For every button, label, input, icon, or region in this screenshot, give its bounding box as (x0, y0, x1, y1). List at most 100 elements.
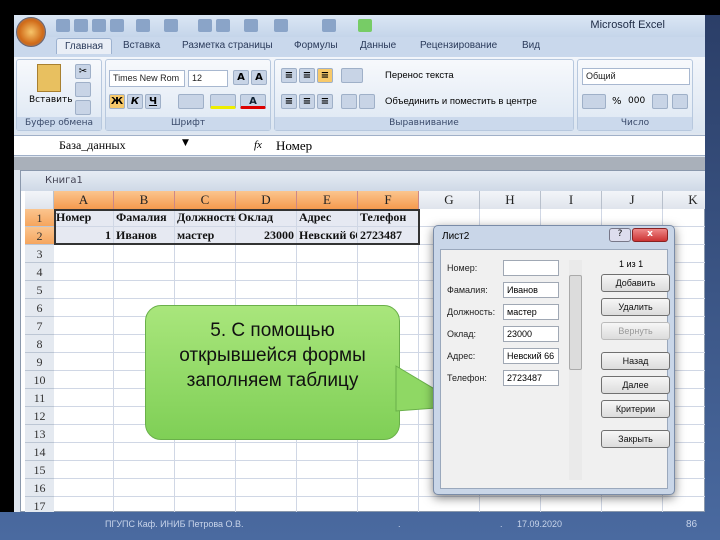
field-input[interactable]: 2723487 (503, 370, 559, 386)
dialog-button-4[interactable]: Далее (601, 376, 670, 394)
cell[interactable] (297, 461, 358, 479)
cell[interactable] (236, 245, 297, 263)
cell[interactable] (175, 461, 236, 479)
tab-page-layout[interactable]: Разметка страницы (182, 40, 273, 51)
format-painter-icon[interactable] (75, 100, 91, 115)
cell[interactable] (358, 497, 419, 512)
cell[interactable] (54, 497, 114, 512)
cut-icon[interactable] (322, 19, 336, 32)
row-header-4[interactable]: 4 (25, 263, 54, 281)
cell[interactable] (54, 425, 114, 443)
row-header-13[interactable]: 13 (25, 425, 54, 443)
cell[interactable] (114, 263, 175, 281)
cell[interactable] (54, 299, 114, 317)
tab-view[interactable]: Вид (522, 40, 540, 51)
cell[interactable] (114, 281, 175, 299)
cell[interactable] (54, 317, 114, 335)
merge-center-button[interactable]: Объединить и поместить в центре (385, 96, 537, 107)
font-name-select[interactable]: Times New Rom (109, 70, 185, 87)
tab-data[interactable]: Данные (360, 40, 396, 51)
column-header-H[interactable]: H (480, 191, 541, 209)
cell[interactable] (114, 461, 175, 479)
field-input[interactable]: мастер (503, 304, 559, 320)
tab-insert[interactable]: Вставка (123, 40, 160, 51)
italic-button[interactable]: К (127, 94, 143, 109)
row-header-16[interactable]: 16 (25, 479, 54, 497)
font-color-icon[interactable]: A (240, 94, 266, 109)
cell[interactable] (358, 245, 419, 263)
circle-icon[interactable] (358, 19, 372, 32)
row-header-7[interactable]: 7 (25, 317, 54, 335)
cell[interactable] (297, 281, 358, 299)
cell[interactable] (602, 497, 663, 512)
decrease-indent-icon[interactable] (341, 94, 357, 109)
cell[interactable] (358, 479, 419, 497)
cell[interactable] (175, 245, 236, 263)
open-icon[interactable] (110, 19, 124, 32)
cell[interactable] (358, 263, 419, 281)
cell[interactable] (297, 497, 358, 512)
column-header-G[interactable]: G (419, 191, 480, 209)
dialog-button-2[interactable]: Вернуть (601, 322, 670, 340)
cell[interactable] (54, 443, 114, 461)
row-header-3[interactable]: 3 (25, 245, 54, 263)
cell[interactable] (114, 245, 175, 263)
align-top-icon[interactable]: ≡ (281, 68, 297, 83)
redo-icon[interactable] (164, 19, 178, 32)
close-button[interactable]: x (632, 228, 668, 242)
cell[interactable] (358, 281, 419, 299)
column-header-E[interactable]: E (297, 191, 358, 209)
cell[interactable] (114, 479, 175, 497)
field-input[interactable]: 1 (503, 260, 559, 276)
sum-icon[interactable] (244, 19, 258, 32)
column-header-C[interactable]: C (175, 191, 236, 209)
new-icon[interactable] (74, 19, 88, 32)
column-header-A[interactable]: A (54, 191, 114, 209)
increase-decimal-icon[interactable] (652, 94, 668, 109)
cell[interactable] (663, 497, 705, 512)
cell[interactable] (236, 479, 297, 497)
cell[interactable] (236, 263, 297, 281)
cell[interactable] (54, 407, 114, 425)
row-header-9[interactable]: 9 (25, 353, 54, 371)
select-all-button[interactable] (25, 191, 54, 209)
dialog-button-5[interactable]: Критерии (601, 400, 670, 418)
align-middle-icon[interactable]: ≡ (299, 68, 315, 83)
row-header-6[interactable]: 6 (25, 299, 54, 317)
wrap-text-button[interactable]: Перенос текста (385, 70, 454, 81)
align-center-icon[interactable]: ≡ (299, 94, 315, 109)
fill-color-icon[interactable] (210, 94, 236, 109)
cell[interactable] (114, 497, 175, 512)
cell[interactable] (54, 389, 114, 407)
name-box-dropdown-icon[interactable]: ▼ (182, 138, 189, 148)
row-header-10[interactable]: 10 (25, 371, 54, 389)
row-header-8[interactable]: 8 (25, 335, 54, 353)
scrollbar-thumb[interactable] (569, 275, 582, 370)
cell[interactable] (54, 281, 114, 299)
cell[interactable] (236, 443, 297, 461)
save-icon[interactable] (92, 19, 106, 32)
cell[interactable] (54, 479, 114, 497)
formula-input[interactable]: Номер (276, 138, 312, 154)
cell[interactable] (175, 263, 236, 281)
save-icon[interactable] (56, 19, 70, 32)
cell[interactable] (175, 479, 236, 497)
cell[interactable] (54, 371, 114, 389)
orientation-icon[interactable] (341, 68, 363, 83)
row-header-14[interactable]: 14 (25, 443, 54, 461)
font-size-select[interactable]: 12 (188, 70, 228, 87)
cell[interactable] (358, 461, 419, 479)
name-box[interactable]: База_данных (59, 138, 126, 153)
field-input[interactable]: Иванов (503, 282, 559, 298)
cell[interactable] (54, 335, 114, 353)
decrease-decimal-icon[interactable] (672, 94, 688, 109)
cell[interactable] (358, 443, 419, 461)
tab-home[interactable]: Главная (56, 38, 113, 54)
underline-button[interactable]: Ч (145, 94, 161, 109)
print-icon[interactable] (216, 19, 230, 32)
field-input[interactable]: 23000 (503, 326, 559, 342)
cell[interactable] (54, 245, 114, 263)
cell[interactable] (297, 263, 358, 281)
cell[interactable] (114, 443, 175, 461)
scrollbar[interactable] (569, 260, 582, 480)
